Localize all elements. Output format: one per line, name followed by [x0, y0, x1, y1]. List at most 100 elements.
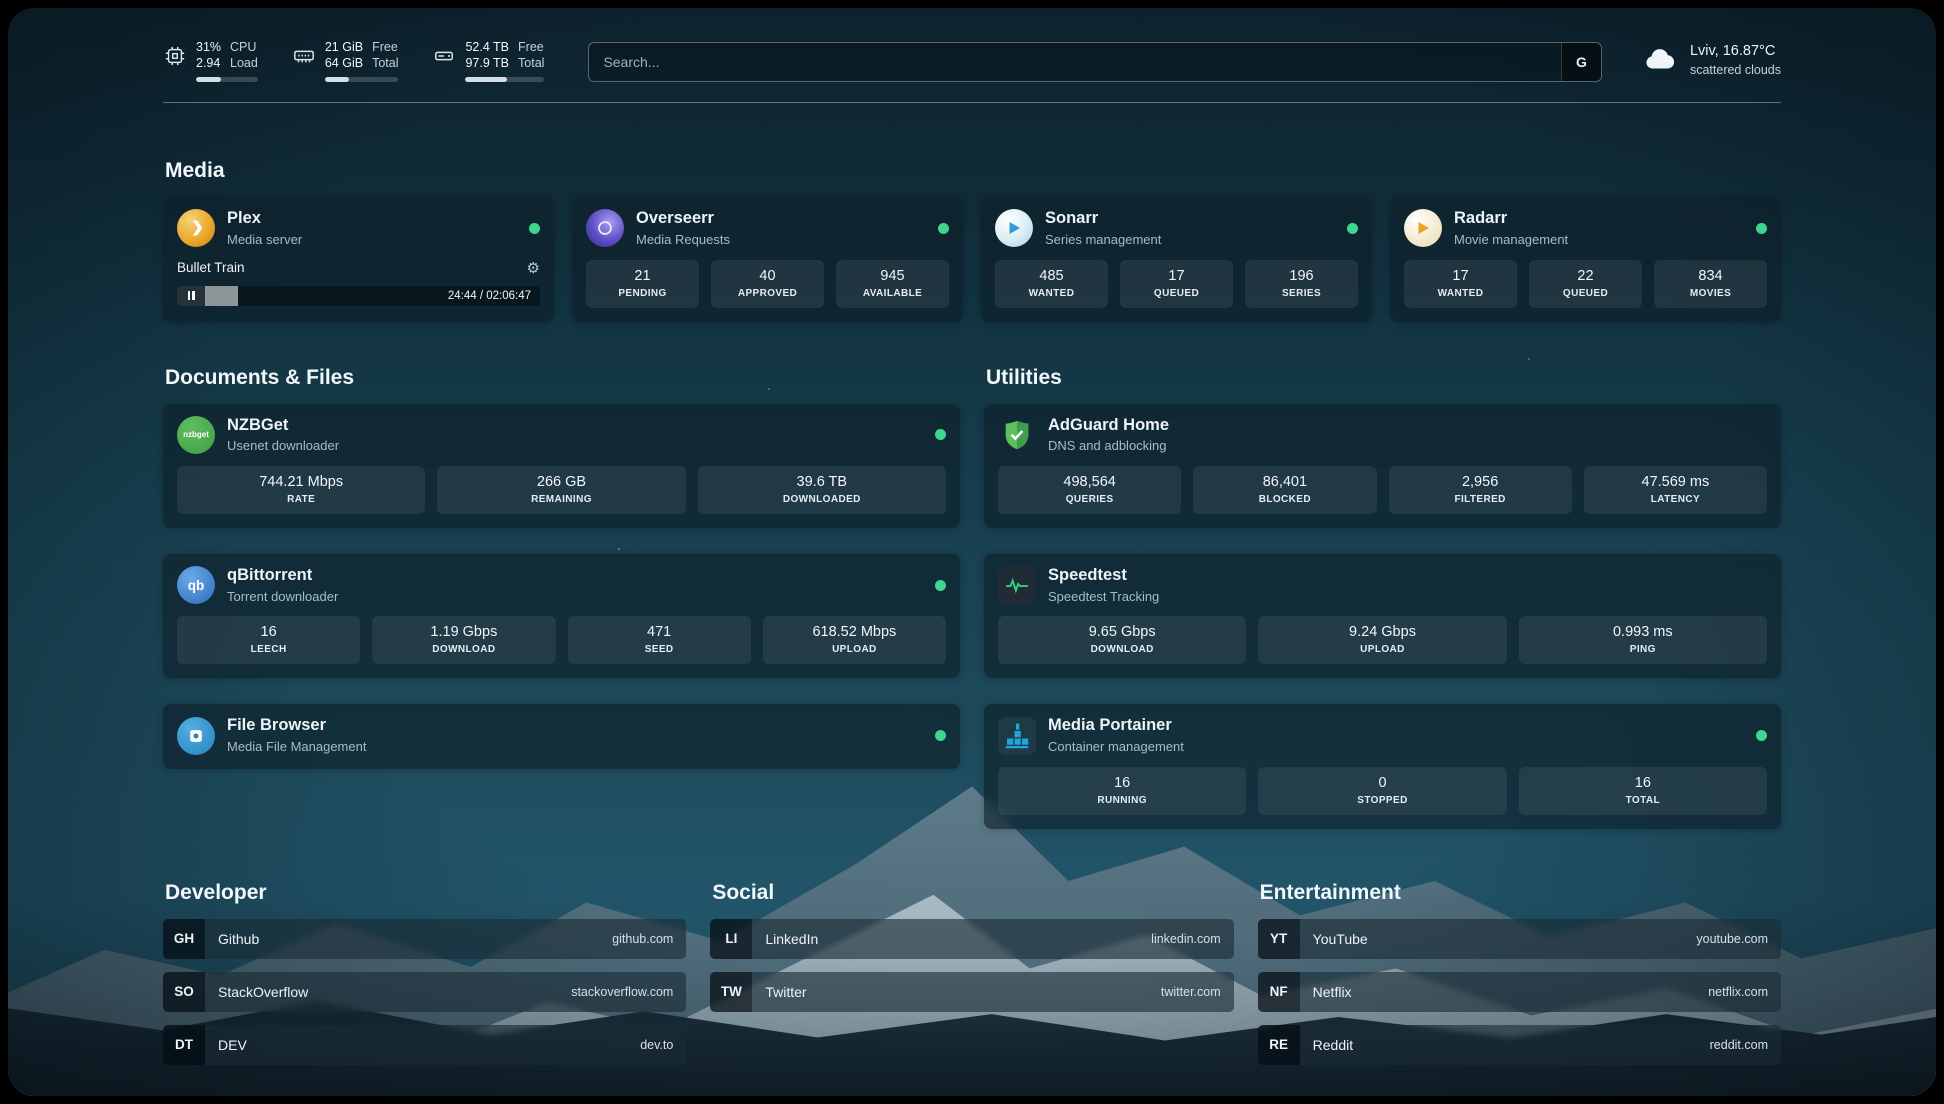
bookmark-name: Twitter	[765, 984, 806, 1000]
service-name: Plex	[227, 209, 302, 229]
stat-label: QUEUED	[1124, 288, 1229, 299]
bookmark-netflix[interactable]: NF Netflixnetflix.com	[1258, 972, 1781, 1012]
cpu-label-1: CPU	[230, 40, 258, 56]
stat-approved: 40 APPROVED	[711, 260, 824, 308]
stat-label: DOWNLOADED	[702, 494, 942, 505]
stat-value: 16	[181, 624, 356, 640]
google-search-button[interactable]: G	[1561, 43, 1601, 81]
search-box: G	[588, 42, 1602, 82]
metric-cpu: 31% 2.94 CPU Load	[163, 40, 258, 82]
bookmark-name: Netflix	[1313, 984, 1352, 1000]
stat-value: 0	[1262, 775, 1502, 791]
stat-value: 39.6 TB	[702, 474, 942, 490]
stat-value: 744.21 Mbps	[181, 474, 421, 490]
bookmark-github[interactable]: GH Githubgithub.com	[163, 919, 686, 959]
stat-seed: 471 SEED	[568, 616, 751, 664]
service-card-sonarr[interactable]: Sonarr Series management 485 WANTED 17 Q…	[981, 197, 1372, 321]
pause-button[interactable]	[177, 286, 205, 306]
service-subtitle: Container management	[1048, 739, 1184, 755]
metric-disk: 52.4 TB 97.9 TB Free Total	[432, 40, 544, 82]
service-name: Speedtest	[1048, 566, 1159, 586]
stat-leech: 16 LEECH	[177, 616, 360, 664]
bookmark-abbr: NF	[1258, 972, 1300, 1012]
section-title-utilities: Utilities	[986, 366, 1781, 390]
stat-movies: 834 MOVIES	[1654, 260, 1767, 308]
ram-total-value: 64 GiB	[325, 56, 363, 72]
stat-value: 196	[1249, 268, 1354, 284]
service-name: Sonarr	[1045, 209, 1161, 229]
weather-condition: scattered clouds	[1690, 62, 1781, 79]
adguard-icon	[998, 416, 1036, 454]
stat-label: QUERIES	[1002, 494, 1177, 505]
metric-ram: 21 GiB 64 GiB Free Total	[292, 40, 399, 82]
stat-label: WANTED	[1408, 288, 1513, 299]
gear-icon[interactable]	[527, 259, 540, 277]
stat-value: 16	[1002, 775, 1242, 791]
service-card-qbittorrent[interactable]: qb qBittorrent Torrent downloader 16 LEE…	[163, 554, 960, 678]
stat-label: TOTAL	[1523, 795, 1763, 806]
system-metrics: 31% 2.94 CPU Load	[163, 40, 544, 82]
service-name: Overseerr	[636, 209, 730, 229]
service-subtitle: Speedtest Tracking	[1048, 589, 1159, 605]
cpu-percent: 31%	[196, 40, 221, 56]
stat-stopped: 0 STOPPED	[1258, 767, 1506, 815]
status-dot	[529, 223, 540, 234]
section-title-media: Media	[165, 159, 1781, 183]
radarr-icon	[1404, 209, 1442, 247]
stat-value: 47.569 ms	[1588, 474, 1763, 490]
bookmark-abbr: RE	[1258, 1025, 1300, 1065]
stat-label: UPLOAD	[767, 644, 942, 655]
stat-downloaded: 39.6 TB DOWNLOADED	[698, 466, 946, 514]
service-card-filebrowser[interactable]: File Browser Media File Management	[163, 704, 960, 768]
stat-queued: 17 QUEUED	[1120, 260, 1233, 308]
bookmark-twitter[interactable]: TW Twittertwitter.com	[710, 972, 1233, 1012]
stat-available: 945 AVAILABLE	[836, 260, 949, 308]
stat-blocked: 86,401 BLOCKED	[1193, 466, 1376, 514]
stat-label: WANTED	[999, 288, 1104, 299]
disk-icon	[432, 44, 456, 68]
stat-value: 471	[572, 624, 747, 640]
bookmark-name: YouTube	[1313, 931, 1368, 947]
ram-label-1: Free	[372, 40, 398, 56]
stat-filtered: 2,956 FILTERED	[1389, 466, 1572, 514]
bookmark-dev[interactable]: DT DEVdev.to	[163, 1025, 686, 1065]
bookmark-linkedin[interactable]: LI LinkedInlinkedin.com	[710, 919, 1233, 959]
service-subtitle: Movie management	[1454, 232, 1568, 248]
service-card-nzbget[interactable]: nzbget NZBGet Usenet downloader 744.21 M…	[163, 404, 960, 528]
qbittorrent-icon: qb	[177, 566, 215, 604]
cloud-icon	[1642, 43, 1678, 78]
stat-value: 834	[1658, 268, 1763, 284]
bookmark-name: Github	[218, 931, 259, 947]
disk-progress-bar	[465, 77, 544, 82]
plex-icon	[177, 209, 215, 247]
bookmark-youtube[interactable]: YT YouTubeyoutube.com	[1258, 919, 1781, 959]
service-card-adguard[interactable]: AdGuard Home DNS and adblocking 498,564 …	[984, 404, 1781, 528]
stat-label: BLOCKED	[1197, 494, 1372, 505]
cpu-load-value: 2.94	[196, 56, 221, 72]
service-card-plex[interactable]: Plex Media server Bullet Train 24:44 / 0…	[163, 197, 554, 321]
progress-track[interactable]	[205, 286, 439, 306]
stat-value: 0.993 ms	[1523, 624, 1763, 640]
stat-label: STOPPED	[1262, 795, 1502, 806]
status-dot	[1756, 730, 1767, 741]
service-subtitle: Torrent downloader	[227, 589, 338, 605]
service-card-radarr[interactable]: Radarr Movie management 17 WANTED 22 QUE…	[1390, 197, 1781, 321]
stat-download: 1.19 Gbps DOWNLOAD	[372, 616, 555, 664]
playback-time: 24:44 / 02:06:47	[439, 290, 540, 302]
stat-value: 498,564	[1002, 474, 1177, 490]
service-subtitle: Series management	[1045, 232, 1161, 248]
stat-label: REMAINING	[441, 494, 681, 505]
service-card-overseerr[interactable]: Overseerr Media Requests 21 PENDING 40 A…	[572, 197, 963, 321]
bookmark-stackoverflow[interactable]: SO StackOverflowstackoverflow.com	[163, 972, 686, 1012]
snow-specks	[8, 8, 10, 10]
cpu-icon	[163, 44, 187, 68]
stat-label: MOVIES	[1658, 288, 1763, 299]
stat-queued: 22 QUEUED	[1529, 260, 1642, 308]
service-card-portainer[interactable]: Media Portainer Container management 16 …	[984, 704, 1781, 828]
bookmark-reddit[interactable]: RE Redditreddit.com	[1258, 1025, 1781, 1065]
service-card-speedtest[interactable]: Speedtest Speedtest Tracking 9.65 Gbps D…	[984, 554, 1781, 678]
search-input[interactable]	[589, 43, 1561, 81]
stat-label: PENDING	[590, 288, 695, 299]
stat-label: AVAILABLE	[840, 288, 945, 299]
bookmark-name: Reddit	[1313, 1037, 1353, 1053]
